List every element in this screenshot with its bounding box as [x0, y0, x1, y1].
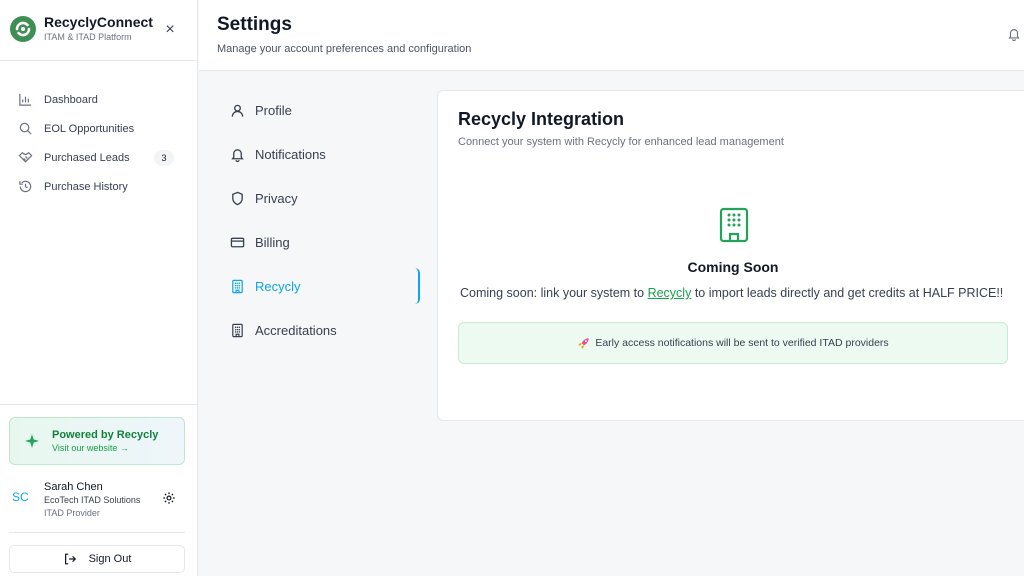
handshake-icon [18, 152, 33, 163]
page-subtitle: Manage your account preferences and conf… [217, 43, 472, 55]
user-icon [231, 104, 244, 117]
recycly-integration-card: Recycly Integration Connect your system … [437, 90, 1024, 421]
gear-icon[interactable] [162, 491, 176, 505]
settings-tab-label: Billing [255, 234, 290, 250]
powered-title: Powered by Recycly [52, 428, 159, 441]
early-access-text: Early access notifications will be sent … [595, 337, 889, 349]
coming-soon-text: Coming soon: link your system to Recycly… [460, 286, 1003, 300]
settings-tab-label: Privacy [255, 190, 298, 206]
sidebar-item-eol-opportunities[interactable]: EOL Opportunities [18, 114, 188, 143]
recycle-logo-icon [10, 15, 36, 42]
recycly-link[interactable]: Recycly [648, 286, 692, 300]
sidebar-item-purchase-history[interactable]: Purchase History [18, 172, 188, 201]
sign-out-button[interactable]: Sign Out [9, 545, 185, 573]
sign-out-label: Sign Out [88, 553, 132, 565]
settings-tab-label: Accreditations [255, 322, 337, 338]
sidebar-divider [9, 532, 185, 533]
close-icon: × [165, 21, 175, 38]
page-header: Settings Manage your account preferences… [199, 0, 1024, 71]
powered-by-recycly-link[interactable]: Powered by Recycly Visit our website → [9, 417, 185, 465]
bar-chart-icon [19, 93, 32, 106]
sidebar-item-label: Purchased Leads [44, 151, 130, 164]
sidebar-divider [0, 404, 198, 405]
settings-tab-notifications[interactable]: Notifications [218, 132, 420, 176]
settings-tab-accreditations[interactable]: Accreditations [218, 308, 420, 352]
sidebar: RecyclyConnect ITAM & ITAD Platform × Da… [0, 0, 198, 576]
sidebar-item-label: Dashboard [44, 93, 98, 106]
coming-soon-suffix: to import leads directly and get credits… [691, 286, 1004, 300]
settings-tab-label: Profile [255, 102, 292, 118]
close-sidebar-button[interactable]: × [162, 22, 178, 38]
shield-icon [232, 191, 243, 205]
user-profile: SC Sarah Chen EcoTech ITAD Solutions ITA… [12, 480, 182, 520]
user-role: ITAD Provider [44, 508, 100, 518]
card-subtitle: Connect your system with Recycly for enh… [458, 136, 784, 148]
history-icon [19, 180, 32, 193]
early-access-notice: Early access notifications will be sent … [458, 322, 1008, 364]
purchased-leads-badge: 3 [154, 149, 174, 166]
credit-card-icon [230, 237, 245, 247]
user-company: EcoTech ITAD Solutions [44, 495, 141, 505]
settings-tab-label: Recycly [255, 278, 301, 294]
brand[interactable]: RecyclyConnect ITAM & ITAD Platform [10, 14, 153, 43]
visit-website-link[interactable]: Visit our website → [52, 442, 158, 455]
settings-tab-label: Notifications [255, 146, 326, 162]
settings-tab-privacy[interactable]: Privacy [218, 176, 420, 220]
building-icon [232, 279, 243, 293]
coming-soon-title: Coming Soon [687, 259, 779, 275]
bell-icon[interactable] [1007, 27, 1021, 41]
brand-title: RecyclyConnect [44, 14, 153, 30]
sidebar-nav: Dashboard EOL Opportunities Purchased Le… [18, 85, 188, 201]
page-title: Settings [217, 14, 292, 35]
rocket-icon [578, 337, 590, 349]
settings-tab-recycly[interactable]: Recycly [218, 264, 420, 308]
sparkle-icon [25, 434, 39, 448]
sidebar-item-purchased-leads[interactable]: Purchased Leads 3 [18, 143, 188, 172]
sidebar-item-label: Purchase History [44, 180, 128, 193]
settings-tab-billing[interactable]: Billing [218, 220, 420, 264]
coming-soon-prefix: Coming soon: link your system to [460, 286, 648, 300]
search-icon [19, 122, 32, 135]
card-title: Recycly Integration [458, 109, 625, 129]
settings-nav: Profile Notifications Privacy Billing Re… [218, 88, 420, 352]
building-icon [719, 207, 749, 243]
sidebar-divider [0, 60, 198, 61]
building-icon [232, 323, 243, 337]
sidebar-item-label: EOL Opportunities [44, 122, 135, 135]
brand-subtitle: ITAM & ITAD Platform [44, 32, 132, 42]
user-name: Sarah Chen [44, 481, 103, 493]
avatar: SC [12, 490, 29, 504]
bell-icon [231, 148, 244, 162]
logout-icon [64, 553, 76, 565]
settings-tab-profile[interactable]: Profile [218, 88, 420, 132]
sidebar-item-dashboard[interactable]: Dashboard [18, 85, 188, 114]
